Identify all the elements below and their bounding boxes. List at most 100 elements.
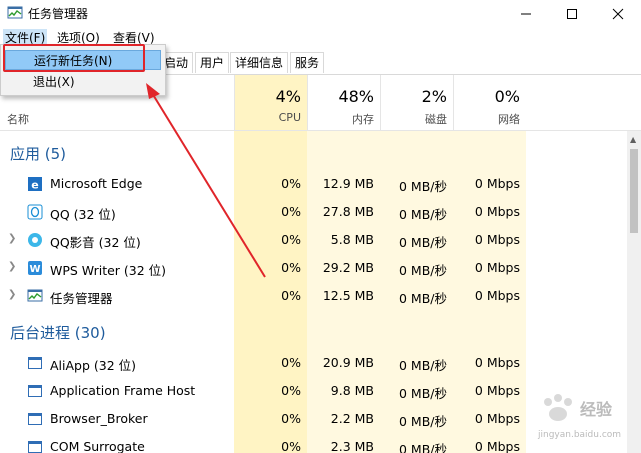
process-net-value: 0 Mbps: [474, 204, 520, 219]
process-row[interactable]: Application Frame Host 0% 9.8 MB 0 MB/秒 0 Mb…: [0, 377, 627, 405]
process-cpu-value: 0%: [281, 355, 301, 370]
process-row[interactable]: QQ (32 位) 0% 27.8 MB 0 MB/秒 0 Mbps: [0, 198, 627, 226]
minimize-button[interactable]: [503, 0, 549, 27]
maximize-icon: [567, 8, 577, 19]
column-name-label[interactable]: 名称: [7, 111, 29, 127]
process-net-value: 0 Mbps: [474, 288, 520, 303]
window-title: 任务管理器: [28, 7, 89, 21]
expand-chevron-icon[interactable]: ❯: [8, 261, 16, 272]
process-mem-value: 20.9 MB: [322, 355, 374, 370]
disk-total: 2%: [421, 87, 447, 106]
process-cpu-value: 0%: [281, 260, 301, 275]
wps-writer-icon: W: [28, 261, 42, 275]
memory-total: 48%: [338, 87, 374, 106]
memory-label: 内存: [352, 113, 374, 126]
tab-services[interactable]: 服务: [290, 52, 325, 73]
group-header[interactable]: 后台进程 (30): [0, 310, 627, 348]
process-cpu-value: 0%: [281, 439, 301, 453]
app-window-icon: [28, 441, 42, 453]
tab-users[interactable]: 用户: [195, 52, 230, 73]
process-disk-value: 0 MB/秒: [399, 386, 447, 401]
process-cpu-value: 0%: [281, 232, 301, 247]
process-disk-value: 0 MB/秒: [399, 442, 447, 453]
title-bar: 任务管理器: [0, 0, 641, 27]
tab-details[interactable]: 详细信息: [230, 52, 289, 73]
group-title: 应用 (5): [10, 145, 67, 163]
qqplayer-icon: [28, 233, 42, 247]
process-cpu-value: 0%: [281, 383, 301, 398]
group-title: 后台进程 (30): [10, 324, 106, 342]
app-window-icon: [28, 385, 42, 397]
process-cpu-value: 0%: [281, 204, 301, 219]
process-cpu-value: 0%: [281, 411, 301, 426]
process-row[interactable]: ❯ QQ影音 (32 位) 0% 5.8 MB 0 MB/秒 0 Mbps: [0, 226, 627, 254]
process-disk-value: 0 MB/秒: [399, 358, 447, 373]
scroll-thumb[interactable]: [630, 149, 638, 233]
process-row[interactable]: AliApp (32 位) 0% 20.9 MB 0 MB/秒 0 Mbps: [0, 349, 627, 377]
app-window-icon: [28, 413, 42, 425]
process-name: Browser_Broker: [50, 411, 148, 426]
process-name: COM Surrogate: [50, 439, 145, 453]
close-icon: [612, 8, 624, 19]
watermark: 经验 jingyan.baidu.com: [538, 392, 632, 448]
process-name: Microsoft Edge: [50, 176, 143, 191]
process-disk-value: 0 MB/秒: [399, 179, 447, 194]
process-disk-value: 0 MB/秒: [399, 291, 447, 306]
process-cpu-value: 0%: [281, 288, 301, 303]
process-mem-value: 2.2 MB: [330, 411, 374, 426]
process-disk-value: 0 MB/秒: [399, 263, 447, 278]
process-row[interactable]: Browser_Broker 0% 2.2 MB 0 MB/秒 0 Mbps: [0, 405, 627, 433]
group-header[interactable]: 应用 (5): [0, 131, 627, 169]
process-net-value: 0 Mbps: [474, 176, 520, 191]
scroll-up-icon[interactable]: ▲: [630, 135, 636, 144]
process-mem-value: 27.8 MB: [322, 204, 374, 219]
column-memory[interactable]: 48% 内存: [307, 75, 380, 130]
process-cpu-value: 0%: [281, 176, 301, 191]
expand-chevron-icon[interactable]: ❯: [8, 289, 16, 300]
process-name: WPS Writer (32 位): [50, 263, 167, 278]
column-cpu[interactable]: 4% CPU: [234, 75, 307, 130]
task-manager-icon: [7, 6, 23, 19]
process-row[interactable]: e Microsoft Edge 0% 12.9 MB 0 MB/秒 0 Mbps: [0, 170, 627, 198]
process-disk-value: 0 MB/秒: [399, 414, 447, 429]
maximize-button[interactable]: [549, 0, 595, 27]
cpu-label: CPU: [278, 111, 301, 124]
minimize-icon: [521, 13, 531, 14]
watermark-text: 经验: [580, 400, 613, 419]
process-net-value: 0 Mbps: [474, 439, 520, 453]
process-mem-value: 9.8 MB: [330, 383, 374, 398]
cpu-total: 4%: [275, 87, 301, 106]
process-name: 任务管理器: [50, 291, 113, 306]
process-mem-value: 29.2 MB: [322, 260, 374, 275]
process-name: QQ影音 (32 位): [50, 235, 141, 250]
expand-chevron-icon[interactable]: ❯: [8, 233, 16, 244]
process-net-value: 0 Mbps: [474, 260, 520, 275]
qq-icon: [27, 204, 43, 220]
network-total: 0%: [494, 87, 520, 106]
app-window-icon: [28, 357, 42, 369]
process-mem-value: 12.5 MB: [322, 288, 374, 303]
process-disk-value: 0 MB/秒: [399, 207, 447, 222]
watermark-subtext: jingyan.baidu.com: [538, 430, 622, 440]
svg-text:e: e: [31, 179, 38, 192]
process-list: 应用 (5) e Microsoft Edge 0% 12.9 MB 0 MB/秒 0 Mb…: [0, 131, 627, 453]
process-name: Application Frame Host: [50, 383, 196, 398]
disk-label: 磁盘: [425, 113, 447, 126]
column-network[interactable]: 0% 网络: [453, 75, 526, 130]
process-name: AliApp (32 位): [50, 358, 137, 373]
svg-text:W: W: [29, 264, 40, 275]
close-button[interactable]: [595, 0, 641, 27]
process-row[interactable]: ❯ 任务管理器 0% 12.5 MB 0 MB/秒 0 Mbps: [0, 282, 627, 310]
process-mem-value: 2.3 MB: [330, 439, 374, 453]
menu-item-exit[interactable]: 退出(X): [5, 72, 159, 92]
column-disk[interactable]: 2% 磁盘: [380, 75, 453, 130]
process-mem-value: 12.9 MB: [322, 176, 374, 191]
process-row[interactable]: COM Surrogate 0% 2.3 MB 0 MB/秒 0 Mbps: [0, 433, 627, 453]
network-label: 网络: [498, 113, 520, 126]
process-net-value: 0 Mbps: [474, 411, 520, 426]
process-disk-value: 0 MB/秒: [399, 235, 447, 250]
process-row[interactable]: ❯ W WPS Writer (32 位) 0% 29.2 MB 0 MB/秒 0 Mbps: [0, 254, 627, 282]
process-net-value: 0 Mbps: [474, 383, 520, 398]
process-net-value: 0 Mbps: [474, 355, 520, 370]
process-net-value: 0 Mbps: [474, 232, 520, 247]
